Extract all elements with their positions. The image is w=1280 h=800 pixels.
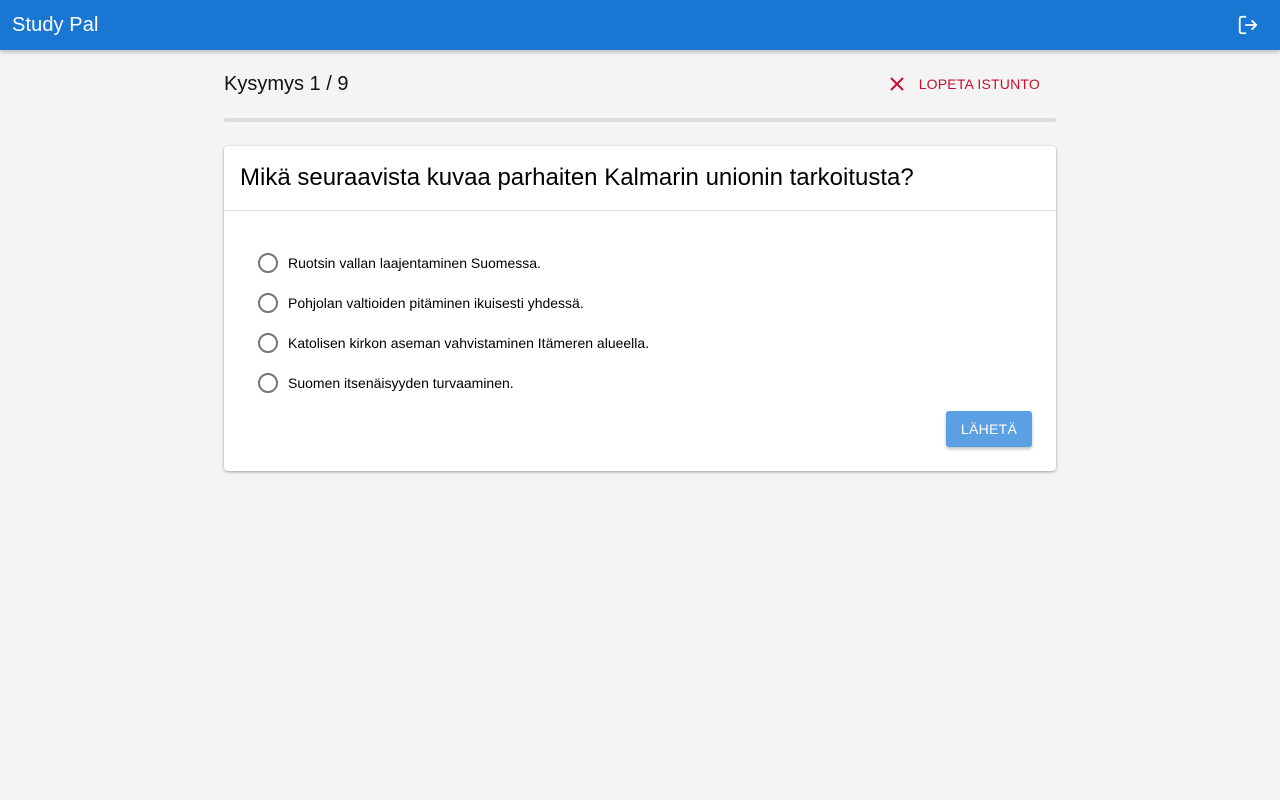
question-card: Mikä seuraavista kuvaa parhaiten Kalmari… (224, 146, 1056, 471)
answer-option-label: Katolisen kirkon aseman vahvistaminen It… (288, 335, 650, 351)
answer-option[interactable]: Pohjolan valtioiden pitäminen ikuisesti … (256, 283, 1056, 323)
app-bar: Study Pal (0, 0, 1280, 50)
answer-option-label: Suomen itsenäisyyden turvaaminen. (288, 375, 514, 391)
question-counter: Kysymys 1 / 9 (224, 72, 349, 95)
answer-option[interactable]: Katolisen kirkon aseman vahvistaminen It… (256, 323, 1056, 363)
answer-option[interactable]: Ruotsin vallan laajentaminen Suomessa. (256, 243, 1056, 283)
radio-button[interactable] (258, 333, 278, 353)
app-title: Study Pal (12, 13, 99, 36)
logout-button[interactable] (1234, 11, 1262, 39)
close-icon (889, 77, 904, 91)
logout-icon (1238, 15, 1258, 35)
answer-options: Ruotsin vallan laajentaminen Suomessa. P… (224, 211, 1056, 403)
question-header: Mikä seuraavista kuvaa parhaiten Kalmari… (224, 146, 1056, 211)
question-text: Mikä seuraavista kuvaa parhaiten Kalmari… (240, 164, 914, 191)
answer-option-label: Ruotsin vallan laajentaminen Suomessa. (288, 255, 541, 271)
end-session-button[interactable]: LOPETA ISTUNTO (881, 68, 1056, 100)
submit-button[interactable]: LÄHETÄ (946, 411, 1032, 447)
session-content: Kysymys 1 / 9 LOPETA ISTUNTO Mikä seuraa… (224, 50, 1056, 471)
end-session-label: LOPETA ISTUNTO (918, 76, 1040, 92)
radio-button[interactable] (258, 253, 278, 273)
answer-option-label: Pohjolan valtioiden pitäminen ikuisesti … (288, 295, 584, 311)
radio-button[interactable] (258, 373, 278, 393)
answer-option[interactable]: Suomen itsenäisyyden turvaaminen. (256, 363, 1056, 403)
session-header: Kysymys 1 / 9 LOPETA ISTUNTO (224, 50, 1056, 118)
session-progress-bar (224, 118, 1056, 122)
radio-button[interactable] (258, 293, 278, 313)
